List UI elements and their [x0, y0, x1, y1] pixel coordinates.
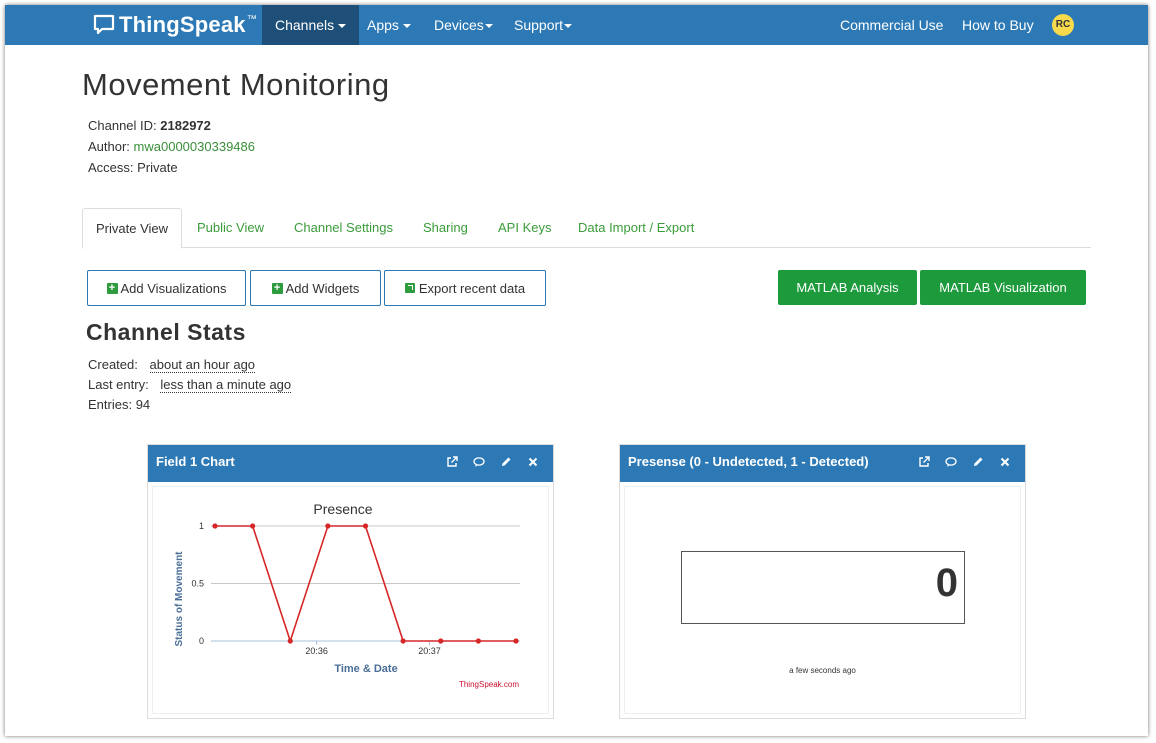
- created-row: Created: about an hour ago: [88, 357, 256, 373]
- speech-bubble-icon: [93, 14, 115, 35]
- tab-data-import-export[interactable]: Data Import / Export: [565, 208, 707, 248]
- pencil-icon[interactable]: [972, 456, 984, 468]
- external-link-icon: [404, 283, 415, 293]
- y-tick-label: 1: [199, 521, 204, 531]
- caret-down-icon: [338, 24, 347, 29]
- data-point: [475, 638, 481, 644]
- numeric-display-timestamp: a few seconds ago: [789, 666, 856, 675]
- entries-label: Entries:: [88, 397, 133, 412]
- data-point: [325, 523, 331, 529]
- user-avatar[interactable]: RC: [1052, 14, 1074, 36]
- top-navbar: ThingSpeak ™ Channels Apps Devices Suppor…: [5, 5, 1148, 45]
- x-tick-label: 20:37: [418, 646, 441, 656]
- export-recent-data-button[interactable]: Export recent data: [384, 270, 546, 306]
- nav-support[interactable]: Support: [501, 5, 585, 45]
- caret-down-icon: [402, 24, 411, 29]
- tab-public-view[interactable]: Public View: [184, 208, 277, 248]
- access-row: Access: Private: [88, 160, 178, 175]
- matlab-visualization-button[interactable]: MATLAB Visualization: [920, 270, 1086, 305]
- entries-row: Entries: 94: [88, 397, 150, 412]
- presence-display-header: Presense (0 - Undetected, 1 - Detected): [620, 445, 1025, 482]
- display-area: 0 a few seconds ago: [624, 486, 1021, 714]
- matlab-analysis-button[interactable]: MATLAB Analysis: [778, 270, 917, 305]
- field-1-chart-widget: Field 1 Chart Presence Status of Movemen…: [147, 444, 554, 719]
- nav-devices[interactable]: Devices: [421, 5, 506, 45]
- last-entry-row: Last entry: less than a minute ago: [88, 377, 292, 393]
- access-label: Access:: [88, 160, 134, 175]
- channel-stats-title: Channel Stats: [86, 319, 246, 345]
- app-window: ThingSpeak ™ Channels Apps Devices Suppor…: [5, 5, 1148, 736]
- author-label: Author:: [88, 139, 130, 154]
- plus-icon: +: [106, 282, 118, 294]
- nav-support-label: Support: [514, 17, 564, 33]
- external-link-icon[interactable]: [918, 455, 930, 468]
- widget-toolbar: [903, 445, 1011, 478]
- presence-display-widget: Presense (0 - Undetected, 1 - Detected) …: [619, 444, 1026, 719]
- y-tick-label: 0: [199, 636, 204, 646]
- presence-line-chart: Presence Status of Movement Time & Date …: [174, 501, 520, 689]
- data-point: [438, 638, 444, 644]
- channel-id-value: 2182972: [160, 118, 211, 133]
- field-1-chart-header: Field 1 Chart: [148, 445, 553, 482]
- created-value: about an hour ago: [149, 357, 256, 373]
- data-point: [287, 638, 293, 644]
- comment-icon[interactable]: [945, 456, 957, 468]
- page-title: Movement Monitoring: [82, 67, 390, 102]
- comment-icon[interactable]: [473, 456, 485, 468]
- tab-sharing[interactable]: Sharing: [410, 208, 481, 248]
- add-widgets-label: Add Widgets: [285, 280, 360, 296]
- numeric-display-box: 0: [681, 551, 965, 624]
- external-link-icon[interactable]: [446, 455, 458, 468]
- channel-id-row: Channel ID: 2182972: [88, 118, 211, 133]
- caret-down-icon: [564, 24, 573, 29]
- nav-apps-label: Apps: [367, 17, 399, 33]
- plus-icon: +: [271, 282, 283, 294]
- data-point: [362, 523, 369, 529]
- logo-trademark: ™: [246, 13, 257, 25]
- data-point: [400, 638, 406, 644]
- nav-channels-label: Channels: [275, 17, 335, 33]
- x-tick-label: 20:36: [305, 646, 328, 656]
- data-point: [250, 523, 256, 529]
- tab-channel-settings[interactable]: Channel Settings: [281, 208, 406, 248]
- entries-value: 94: [135, 397, 151, 412]
- caret-down-icon: [484, 24, 493, 29]
- chart-title: Presence: [313, 501, 372, 517]
- tab-private-view[interactable]: Private View: [82, 208, 183, 249]
- chart-x-axis-label: Time & Date: [334, 663, 397, 675]
- chart-credit-link[interactable]: ThingSpeak.com: [459, 680, 519, 689]
- add-visualizations-label: Add Visualizations: [120, 280, 227, 296]
- close-icon[interactable]: [999, 456, 1011, 468]
- data-point: [513, 638, 519, 644]
- access-value: Private: [137, 160, 178, 175]
- tab-api-keys[interactable]: API Keys: [485, 208, 564, 248]
- author-link[interactable]: mwa0000030339486: [134, 139, 255, 154]
- chart-area: Presence Status of Movement Time & Date …: [152, 486, 549, 714]
- numeric-display-value: 0: [935, 561, 958, 605]
- widget-title: Presense (0 - Undetected, 1 - Detected): [628, 454, 869, 469]
- chart-y-axis-label: Status of Movement: [174, 551, 185, 647]
- thingspeak-logo[interactable]: ThingSpeak ™: [93, 9, 257, 41]
- logo-text: ThingSpeak: [119, 12, 246, 37]
- close-icon[interactable]: [527, 456, 539, 468]
- channel-id-label: Channel ID:: [88, 118, 157, 133]
- y-tick-label: 0.5: [191, 579, 204, 589]
- last-entry-label: Last entry:: [88, 377, 149, 392]
- add-widgets-button[interactable]: + Add Widgets: [250, 270, 381, 306]
- nav-apps[interactable]: Apps: [354, 5, 424, 45]
- widget-toolbar: [431, 445, 539, 478]
- export-recent-data-label: Export recent data: [418, 280, 526, 296]
- nav-devices-label: Devices: [434, 17, 484, 33]
- widget-title: Field 1 Chart: [156, 454, 235, 469]
- pencil-icon[interactable]: [500, 456, 512, 468]
- created-label: Created:: [88, 357, 138, 372]
- add-visualizations-button[interactable]: + Add Visualizations: [87, 270, 246, 306]
- data-point: [212, 523, 218, 529]
- nav-how-to-buy[interactable]: How to Buy: [949, 5, 1047, 45]
- author-row: Author: mwa0000030339486: [88, 139, 255, 154]
- last-entry-value: less than a minute ago: [160, 377, 292, 393]
- nav-commercial-use[interactable]: Commercial Use: [827, 5, 956, 45]
- nav-channels[interactable]: Channels: [262, 5, 360, 45]
